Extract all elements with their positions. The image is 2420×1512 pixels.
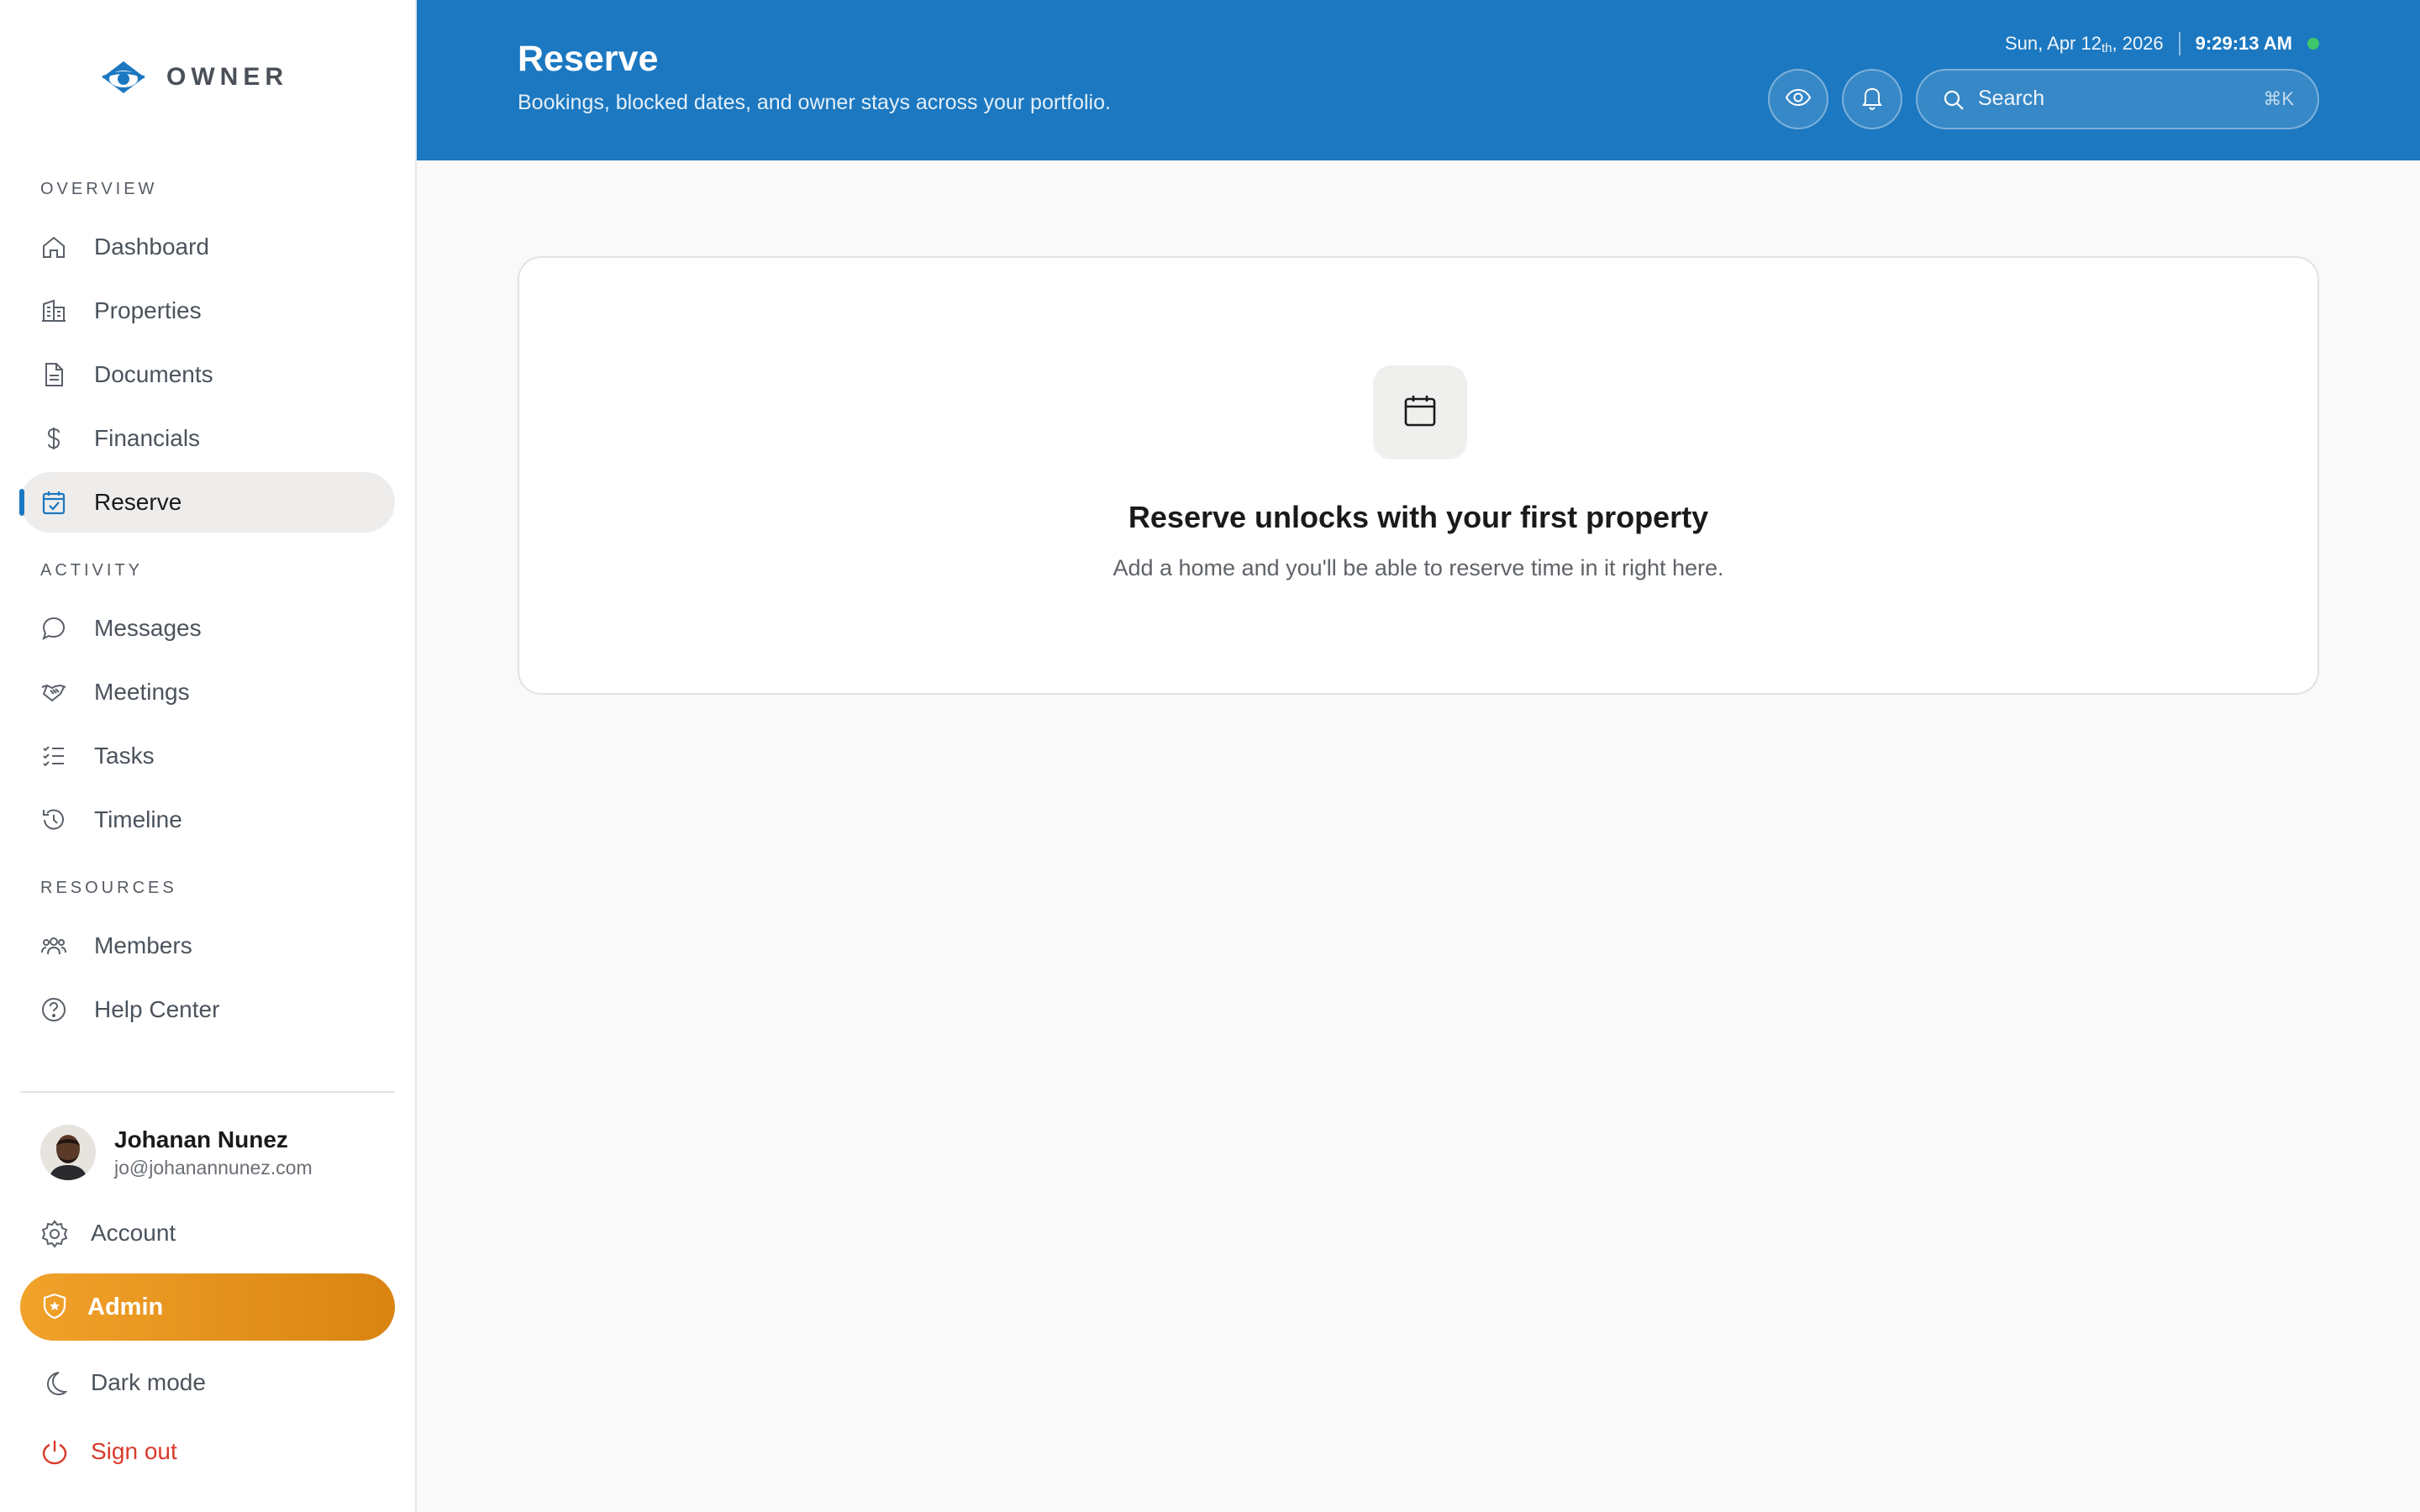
sidebar-item-label: Meetings: [94, 679, 190, 705]
users-icon: [40, 932, 67, 959]
sidebar-item-help-center[interactable]: Help Center: [20, 979, 395, 1040]
time-text: 9:29:13 AM: [2195, 33, 2292, 54]
account-link[interactable]: Account: [20, 1203, 395, 1263]
page-subtitle: Bookings, blocked dates, and owner stays…: [518, 91, 1111, 114]
checklist-icon: [40, 743, 67, 769]
search-placeholder: Search: [1978, 87, 2045, 110]
moon-icon: [40, 1369, 69, 1398]
search-shortcut: ⌘K: [2263, 88, 2294, 109]
sidebar-item-documents[interactable]: Documents: [20, 344, 395, 405]
section-label-resources: RESOURCES: [40, 879, 177, 897]
empty-state-title: Reserve unlocks with your first property: [1128, 500, 1709, 534]
empty-state-icon-box: [1373, 365, 1467, 459]
sidebar-item-tasks[interactable]: Tasks: [20, 726, 395, 786]
calendar-icon: [1400, 391, 1440, 435]
gear-icon: [40, 1220, 69, 1248]
sidebar-item-meetings[interactable]: Meetings: [20, 662, 395, 722]
search-icon: [1941, 87, 1966, 113]
user-profile[interactable]: Johanan Nunez jo@johanannunez.com: [40, 1122, 313, 1183]
empty-state-card: Reserve unlocks with your first property…: [518, 256, 2319, 695]
user-email: jo@johanannunez.com: [114, 1156, 313, 1179]
sidebar-item-reserve[interactable]: Reserve: [19, 472, 395, 533]
datetime-display: Sun, Apr 12th, 2026 9:29:13 AM: [2005, 32, 2319, 55]
dark-mode-toggle[interactable]: Dark mode: [20, 1352, 395, 1413]
sidebar-item-properties[interactable]: Properties: [20, 281, 395, 341]
help-circle-icon: [40, 996, 67, 1023]
brand-name: OWNER: [166, 63, 288, 91]
building-icon: [40, 297, 67, 324]
sidebar-item-timeline[interactable]: Timeline: [20, 790, 395, 850]
section-label-overview: OVERVIEW: [40, 180, 158, 198]
sidebar-item-label: Messages: [94, 615, 202, 641]
notifications-button[interactable]: [1842, 69, 1902, 129]
sidebar-item-label: Members: [94, 932, 192, 958]
home-icon: [40, 234, 67, 260]
sidebar-item-dashboard[interactable]: Dashboard: [20, 217, 395, 277]
eye-logo-icon: [102, 61, 145, 93]
sidebar-item-messages[interactable]: Messages: [20, 598, 395, 659]
app-root: OWNER OVERVIEW Dashboard Properties Docu…: [0, 0, 2420, 1512]
date-text: Sun, Apr 12th, 2026: [2004, 33, 2164, 55]
sidebar-item-label: Documents: [94, 361, 213, 387]
preview-button[interactable]: [1768, 69, 1828, 129]
admin-button[interactable]: Admin: [20, 1273, 395, 1341]
chat-bubble-icon: [40, 615, 67, 642]
sidebar: OWNER OVERVIEW Dashboard Properties Docu…: [0, 0, 417, 1512]
sidebar-item-label: Dashboard: [94, 234, 209, 260]
shield-star-icon: [40, 1292, 69, 1320]
calendar-check-icon: [40, 489, 67, 516]
history-icon: [40, 806, 67, 833]
sidebar-divider: [20, 1091, 395, 1093]
avatar: [40, 1125, 96, 1180]
section-label-activity: ACTIVITY: [40, 561, 144, 580]
datetime-separator: [2178, 32, 2181, 55]
dollar-icon: [40, 425, 67, 452]
page-header: Reserve Bookings, blocked dates, and own…: [417, 0, 2420, 160]
eye-icon: [1785, 84, 1812, 115]
sidebar-item-label: Reserve: [94, 489, 182, 515]
brand-logo[interactable]: OWNER: [99, 54, 288, 101]
sidebar-item-label: Timeline: [94, 806, 182, 832]
account-label: Account: [91, 1220, 176, 1246]
sidebar-item-label: Tasks: [94, 743, 155, 769]
page-title: Reserve: [518, 39, 659, 79]
user-info: Johanan Nunez jo@johanannunez.com: [114, 1126, 313, 1179]
sidebar-item-label: Properties: [94, 297, 202, 323]
sign-out-label: Sign out: [91, 1438, 177, 1464]
status-dot: [2307, 38, 2319, 50]
bell-icon: [1859, 84, 1886, 115]
search-input[interactable]: Search ⌘K: [1916, 69, 2319, 129]
admin-label: Admin: [87, 1293, 164, 1320]
sidebar-item-financials[interactable]: Financials: [20, 408, 395, 469]
active-indicator: [19, 489, 24, 516]
handshake-icon: [40, 679, 67, 706]
sidebar-item-label: Financials: [94, 425, 201, 451]
sign-out-button[interactable]: Sign out: [20, 1421, 395, 1482]
dark-mode-label: Dark mode: [91, 1369, 206, 1395]
sidebar-item-label: Help Center: [94, 996, 220, 1022]
document-icon: [40, 361, 67, 388]
user-name: Johanan Nunez: [114, 1126, 288, 1152]
empty-state-text: Add a home and you'll be able to reserve…: [1113, 555, 1724, 580]
sidebar-item-members[interactable]: Members: [20, 916, 395, 976]
power-icon: [40, 1438, 69, 1467]
